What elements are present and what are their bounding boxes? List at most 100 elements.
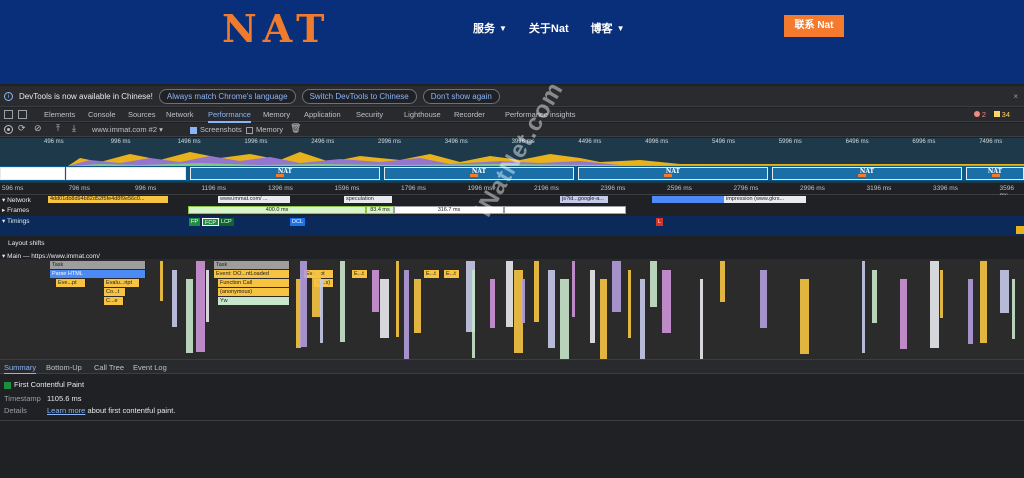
- call-block[interactable]: C...e: [104, 297, 124, 305]
- flame-column[interactable]: [206, 270, 209, 322]
- flame-column[interactable]: [940, 270, 943, 318]
- tab-performance[interactable]: Performance: [208, 110, 251, 123]
- flame-column[interactable]: [404, 270, 409, 363]
- network-request-bar[interactable]: speculation: [344, 196, 392, 203]
- network-request-bar[interactable]: 4dd01db8d94b82d52f5fe4d8f9e56c0...: [48, 196, 168, 203]
- tab-bottom-up[interactable]: Bottom-Up: [46, 363, 82, 372]
- task-block[interactable]: Task: [50, 261, 146, 269]
- flame-column[interactable]: [872, 270, 877, 323]
- frames-track-title[interactable]: ▸ Frames: [2, 206, 29, 214]
- tab-lighthouse[interactable]: Lighthouse: [404, 110, 441, 119]
- upload-icon[interactable]: ⤒: [56, 123, 65, 133]
- evaluate-script-block[interactable]: Eve...pt: [56, 279, 86, 287]
- flame-column[interactable]: [590, 270, 595, 343]
- flame-column[interactable]: [650, 261, 657, 307]
- tab-network[interactable]: Network: [166, 110, 194, 119]
- warning-count-badge[interactable]: 34: [993, 110, 1010, 119]
- event-block[interactable]: E...t: [424, 270, 440, 278]
- tab-console[interactable]: Console: [88, 110, 116, 119]
- fp-marker[interactable]: FP: [189, 218, 201, 226]
- evaluate-script-block[interactable]: Evalu...ript: [104, 279, 140, 287]
- flame-column[interactable]: [572, 261, 575, 317]
- timing-marker[interactable]: [1016, 226, 1024, 234]
- load-marker[interactable]: L: [656, 218, 664, 226]
- tab-sources[interactable]: Sources: [128, 110, 156, 119]
- flame-column[interactable]: [472, 270, 475, 358]
- flame-column[interactable]: [862, 261, 865, 353]
- nav-item-about[interactable]: 关于Nat: [529, 20, 569, 36]
- tab-security[interactable]: Security: [356, 110, 383, 119]
- record-icon[interactable]: [4, 125, 13, 134]
- function-block[interactable]: Yw: [218, 297, 290, 305]
- flame-column[interactable]: [300, 261, 307, 347]
- flame-column[interactable]: [1012, 279, 1015, 339]
- flame-column[interactable]: [662, 270, 671, 333]
- nav-item-blog[interactable]: 博客 ▼: [591, 20, 625, 36]
- nav-item-services[interactable]: 服务 ▼: [473, 20, 507, 36]
- flame-column[interactable]: [968, 279, 973, 344]
- network-request-bar[interactable]: js?id...google-a...: [560, 196, 608, 203]
- frames-track[interactable]: ▸ Frames 400.0 ms 83.4 ms 316.7 ms: [0, 205, 1024, 215]
- reload-icon[interactable]: ⟳: [18, 123, 27, 133]
- frame-bar[interactable]: [504, 206, 626, 214]
- event-block[interactable]: E...t: [352, 270, 368, 278]
- tab-call-tree[interactable]: Call Tree: [94, 363, 124, 372]
- flame-column[interactable]: [490, 279, 495, 328]
- learn-more-link[interactable]: Learn more: [47, 406, 85, 415]
- flame-column[interactable]: [186, 279, 193, 353]
- tab-application[interactable]: Application: [304, 110, 341, 119]
- flame-column[interactable]: [196, 261, 205, 352]
- timings-track[interactable]: ▾ Timings FP FCP LCP DCL L: [0, 216, 1024, 236]
- lcp-marker[interactable]: LCP: [219, 218, 234, 226]
- flame-column[interactable]: [980, 261, 987, 343]
- network-request-bar[interactable]: www.immat.com/ ...: [218, 196, 290, 203]
- frame-bar[interactable]: 83.4 ms: [366, 206, 394, 214]
- flame-column[interactable]: [1000, 270, 1009, 313]
- inspect-element-icon[interactable]: [4, 110, 13, 119]
- main-thread-flamechart[interactable]: Task Parse HTML Eve...pt Evalu...ript Co…: [0, 259, 1024, 374]
- tab-memory[interactable]: Memory: [263, 110, 290, 119]
- tab-event-log[interactable]: Event Log: [133, 363, 167, 372]
- compile-code-block[interactable]: Co...t: [104, 288, 126, 296]
- garbage-collect-icon[interactable]: 🗑: [290, 123, 301, 133]
- flame-column[interactable]: [160, 261, 163, 301]
- error-count-badge[interactable]: 2: [973, 110, 986, 119]
- flame-column[interactable]: [612, 261, 621, 312]
- network-track[interactable]: ▾ Network 4dd01db8d94b82d52f5fe4d8f9e56c…: [0, 195, 1024, 204]
- flame-column[interactable]: [548, 270, 555, 348]
- device-toolbar-icon[interactable]: [18, 110, 27, 119]
- parse-html-block[interactable]: Parse HTML: [50, 270, 146, 278]
- flame-column[interactable]: [900, 279, 907, 349]
- match-language-button[interactable]: Always match Chrome's language: [158, 88, 296, 104]
- flame-column[interactable]: [628, 270, 631, 338]
- switch-language-button[interactable]: Switch DevTools to Chinese: [301, 88, 417, 104]
- flame-column[interactable]: [396, 261, 399, 337]
- fcp-marker[interactable]: FCP: [202, 218, 219, 226]
- flame-column[interactable]: [640, 279, 645, 364]
- performance-tracks[interactable]: ▾ Network 4dd01db8d94b82d52f5fe4d8f9e56c…: [0, 195, 1024, 374]
- flame-column[interactable]: [414, 279, 421, 333]
- flame-column[interactable]: [372, 270, 379, 312]
- main-thread-track[interactable]: ▾ Main — https://www.immat.com/: [0, 251, 1024, 260]
- flame-column[interactable]: [930, 261, 939, 348]
- flame-column[interactable]: [720, 261, 725, 302]
- recording-select[interactable]: www.immat.com #2 ▾: [92, 125, 163, 134]
- network-request-bar[interactable]: [652, 196, 724, 203]
- screenshots-checkbox[interactable]: Screenshots: [190, 125, 242, 134]
- flame-column[interactable]: [760, 270, 767, 328]
- flame-column[interactable]: [172, 270, 177, 327]
- contact-button[interactable]: 联系 Nat: [784, 15, 844, 37]
- task-block[interactable]: Task: [214, 261, 290, 269]
- site-logo[interactable]: NAT: [222, 6, 330, 51]
- flame-column[interactable]: [380, 279, 389, 338]
- flame-column[interactable]: [522, 279, 525, 323]
- network-track-title[interactable]: ▾ Network: [2, 196, 31, 204]
- flame-column[interactable]: [320, 279, 323, 343]
- download-icon[interactable]: ⤓: [72, 123, 81, 133]
- network-request-bar[interactable]: impression (www.gkrs...: [724, 196, 806, 203]
- frame-bar[interactable]: 400.0 ms: [188, 206, 366, 214]
- dcl-marker[interactable]: DCL: [290, 218, 306, 226]
- timings-track-title[interactable]: ▾ Timings: [2, 217, 29, 225]
- flame-column[interactable]: [700, 279, 703, 359]
- dom-content-loaded-event-block[interactable]: Event: DO...ntLoaded: [214, 270, 290, 278]
